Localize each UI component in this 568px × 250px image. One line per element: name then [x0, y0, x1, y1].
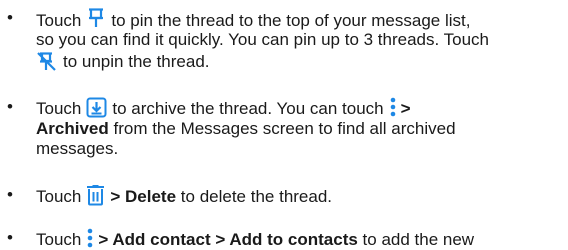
item-text: messages. — [36, 139, 119, 158]
list-item-archive: • Touch to archive the thread. You can to… — [7, 97, 562, 159]
unpin-icon — [36, 51, 57, 72]
item-text: to unpin the thread. — [63, 52, 210, 71]
item-text: Touch — [36, 99, 82, 118]
list-item-add-contact: • Touch > Add contact > Add to contacts t… — [7, 228, 562, 250]
item-text-bold: > Delete — [110, 187, 177, 206]
more-vert-icon — [390, 97, 396, 117]
bullet: • — [7, 185, 13, 204]
bullet: • — [7, 97, 13, 116]
more-vert-icon — [87, 228, 93, 248]
item-text: Touch — [36, 11, 82, 30]
list-item-pin: • Touch to pin the thread to the top of y… — [7, 8, 562, 75]
item-text: to delete the thread. — [180, 187, 333, 206]
item-text: to add the new — [362, 230, 475, 249]
item-text-bold: > Add contact > Add to contacts — [98, 230, 358, 249]
item-text: to archive the thread. You can touch — [112, 99, 384, 118]
item-text: Touch — [36, 230, 82, 249]
item-text-bold: > — [400, 99, 411, 118]
item-text: Touch — [36, 187, 82, 206]
pin-icon — [86, 8, 106, 28]
item-text: to pin the thread to the top of your mes… — [111, 11, 471, 30]
bullet: • — [7, 8, 13, 27]
item-text: from the Messages screen to find all arc… — [113, 119, 456, 138]
delete-icon — [86, 185, 105, 206]
item-text: so you can find it quickly. You can pin … — [36, 30, 490, 49]
item-text-bold: Archived — [36, 119, 109, 138]
archive-icon — [86, 97, 107, 118]
bullet: • — [7, 228, 13, 247]
list-item-delete: • Touch > Delete to delete the thread. — [7, 185, 562, 207]
